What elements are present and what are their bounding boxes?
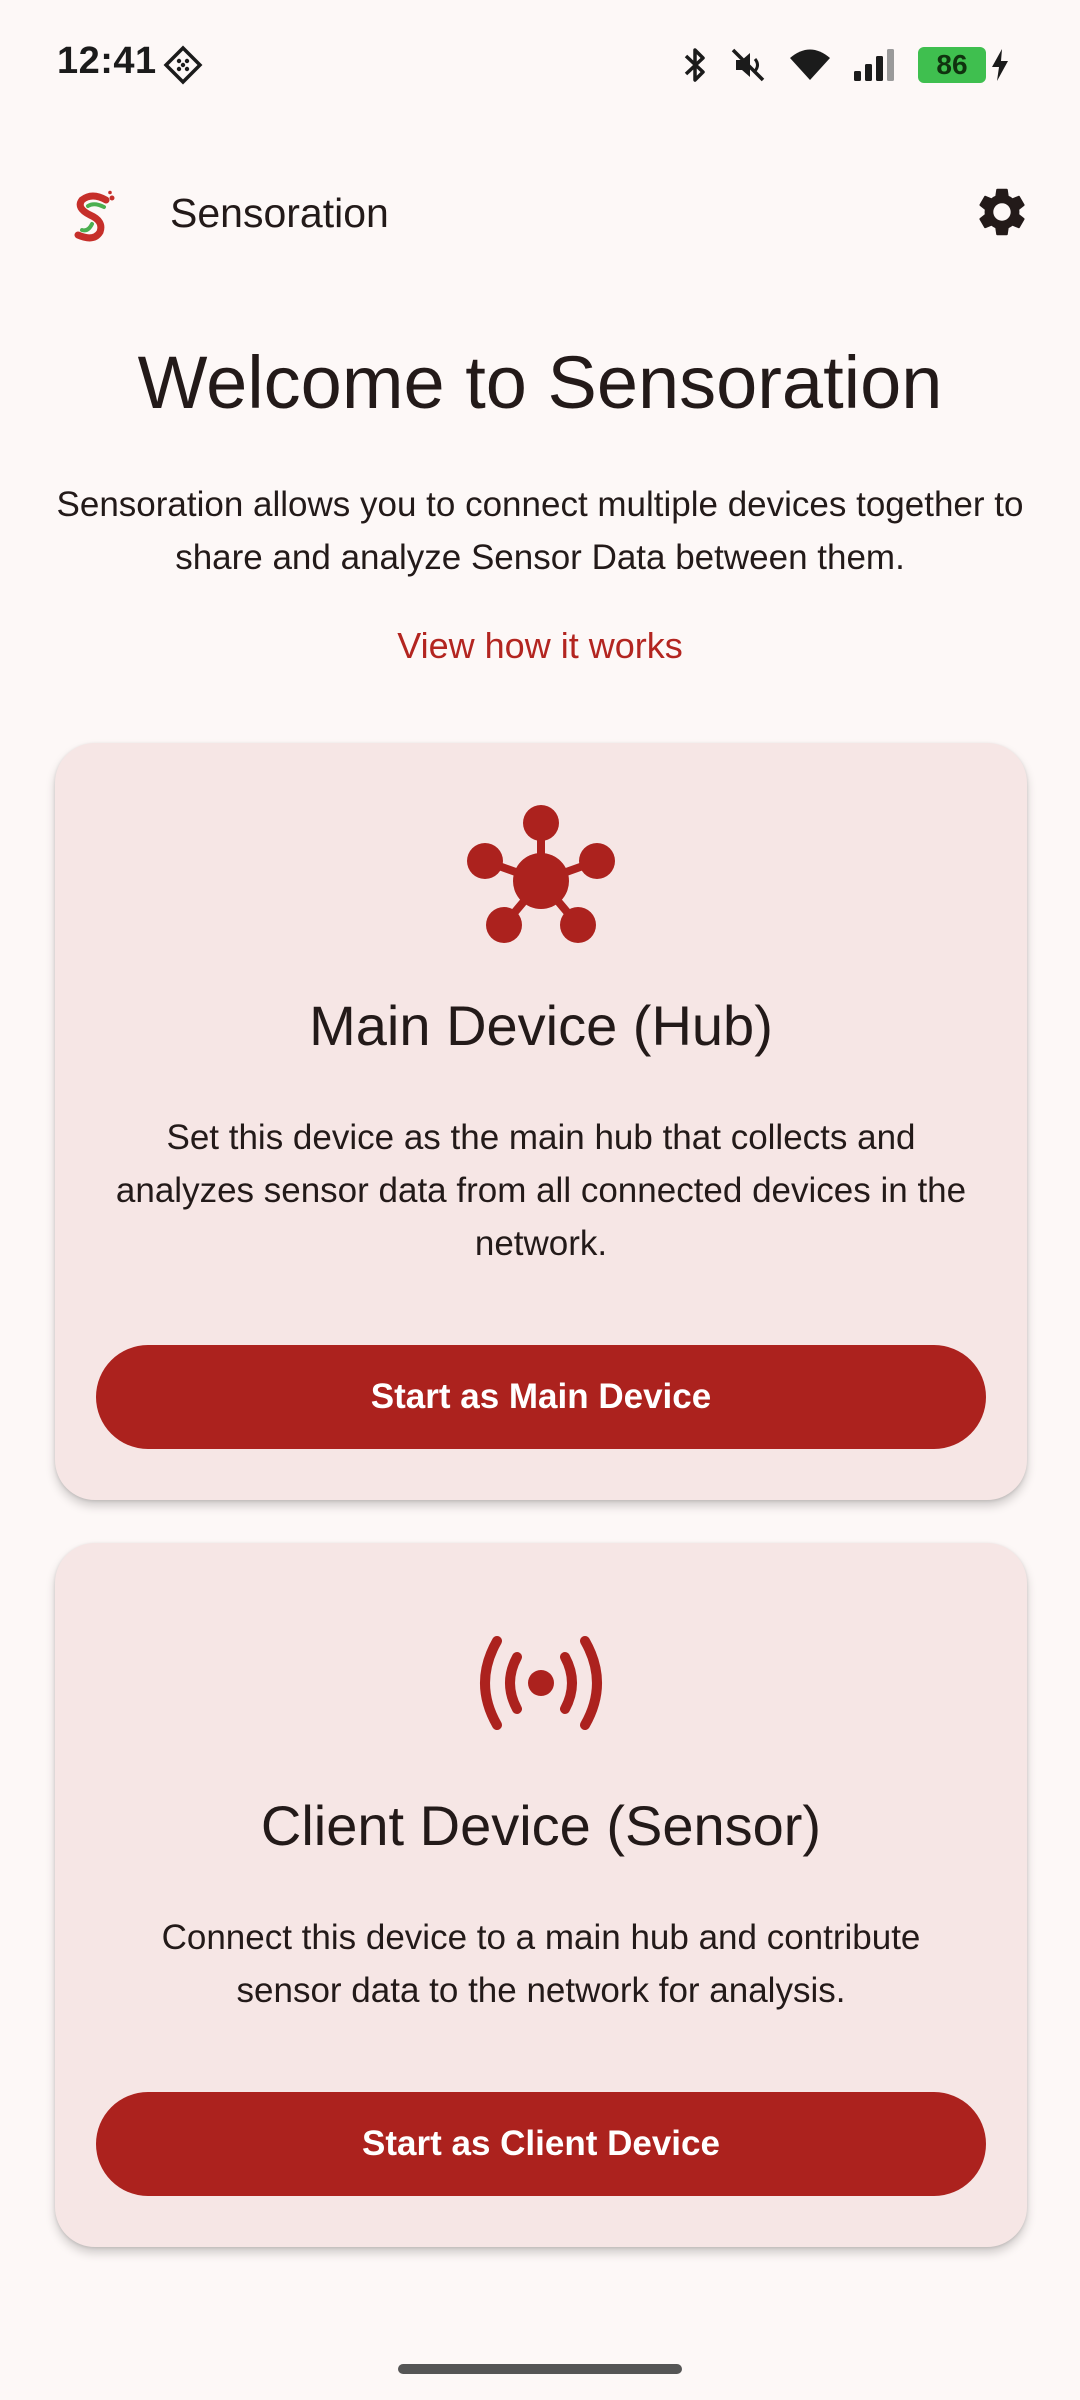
settings-button[interactable]: [970, 182, 1034, 246]
status-time: 12:41: [57, 40, 157, 82]
charging-icon: [990, 47, 1010, 83]
start-main-device-button[interactable]: Start as Main Device: [96, 1345, 986, 1449]
status-icons: 86: [682, 40, 1010, 90]
top-app-bar: Sensoration: [0, 160, 1080, 270]
client-device-title: Client Device (Sensor): [260, 1794, 822, 1857]
start-client-device-button[interactable]: Start as Client Device: [96, 2092, 986, 2196]
status-bar: 12:41 86: [0, 0, 1080, 130]
sync-icon: [162, 44, 204, 86]
sensor-broadcast-icon: [474, 1635, 608, 1736]
welcome-description: Sensoration allows you to connect multip…: [56, 485, 1024, 577]
gear-icon: [973, 183, 1031, 246]
welcome-title: Welcome to Sensoration: [137, 341, 943, 424]
client-device-description: Connect this device to a main hub and co…: [161, 1918, 921, 2010]
bluetooth-icon: [682, 45, 708, 85]
home-indicator[interactable]: [398, 2364, 682, 2374]
battery-level: 86: [936, 49, 968, 80]
main-device-title: Main Device (Hub): [309, 994, 773, 1057]
wifi-icon: [788, 47, 832, 83]
main-device-card: Main Device (Hub) Set this device as the…: [55, 743, 1027, 1500]
battery-icon: 86: [918, 47, 986, 83]
screen: 12:41 86 Sensoration Welcome to Sensorat…: [0, 0, 1080, 2400]
mute-icon: [728, 45, 768, 85]
view-how-it-works-link[interactable]: View how it works: [0, 625, 1080, 667]
sensoration-logo-icon: [68, 190, 120, 246]
main-device-description: Set this device as the main hub that col…: [115, 1118, 967, 1263]
app-title: Sensoration: [170, 190, 389, 236]
battery-group: 86: [918, 47, 1010, 83]
client-device-card: Client Device (Sensor) Connect this devi…: [55, 1543, 1027, 2247]
hub-icon: [465, 803, 617, 954]
signal-icon: [852, 47, 898, 83]
